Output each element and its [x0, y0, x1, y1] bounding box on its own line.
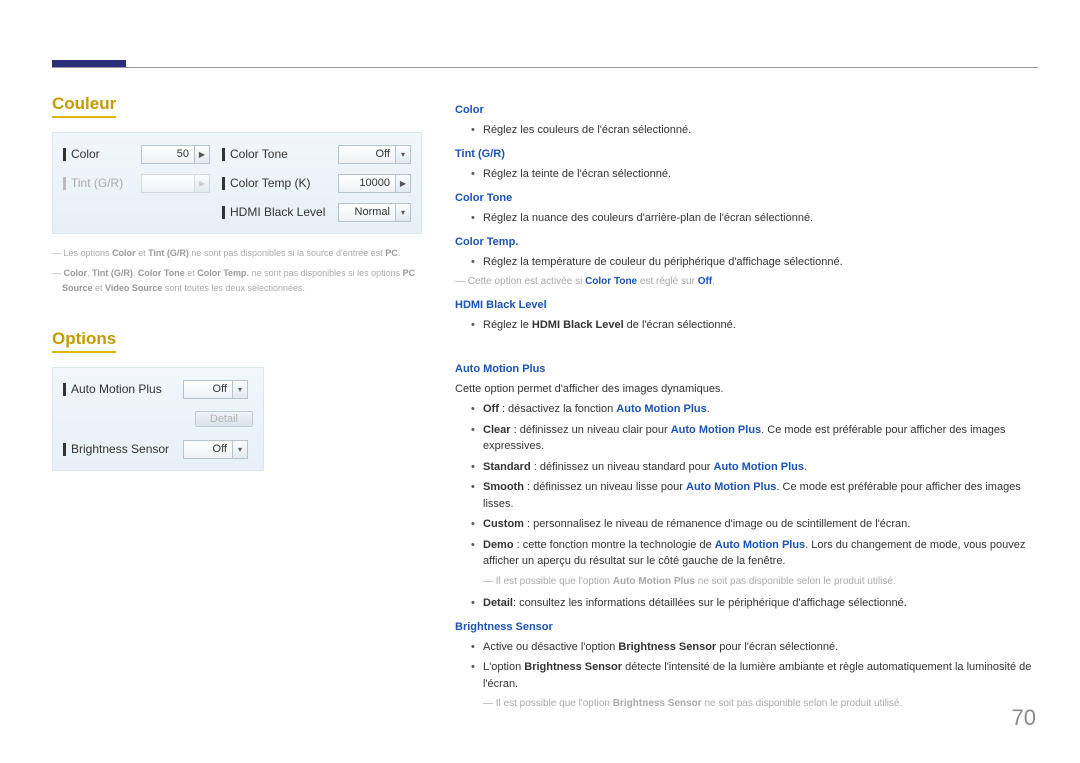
li-tint: Réglez la teinte de l'écran sélectionné.: [473, 166, 1035, 183]
h-bs: Brightness Sensor: [455, 619, 1035, 636]
value-hdmi[interactable]: Normal: [338, 203, 396, 222]
li-amp-custom: Custom : personnalisez le niveau de réma…: [473, 516, 1035, 533]
left-column: Couleur Color 50 ▶ Tint (G/R) ▶ Color To…: [52, 94, 422, 483]
row-hdmi: HDMI Black Level Normal ▾: [222, 201, 411, 223]
h-color: Color: [455, 102, 1035, 119]
note-colortemp: Cette option est activée si Color Tone e…: [455, 274, 1035, 289]
section-title-couleur: Couleur: [52, 94, 116, 118]
arrow-right-icon[interactable]: ▶: [194, 145, 210, 164]
note-amp: Il est possible que l'option Auto Motion…: [483, 574, 1035, 589]
header-accent: [52, 60, 126, 67]
row-color: Color 50 ▶: [63, 143, 214, 165]
detail-button[interactable]: Detail: [195, 411, 253, 427]
h-tint: Tint (G/R): [455, 146, 1035, 163]
chevron-down-icon[interactable]: ▾: [395, 145, 411, 164]
p-amp-intro: Cette option permet d'afficher des image…: [455, 381, 1035, 398]
chevron-down-icon[interactable]: ▾: [232, 440, 248, 459]
h-hdmi: HDMI Black Level: [455, 297, 1035, 314]
label-bs: Brightness Sensor: [71, 442, 169, 456]
label-hdmi: HDMI Black Level: [230, 205, 325, 219]
note-2: Color, Tint (G/R), Color Tone et Color T…: [52, 266, 422, 295]
value-colortemp[interactable]: 10000: [338, 174, 396, 193]
label-tint: Tint (G/R): [71, 176, 123, 190]
li-amp-smooth: Smooth : définissez un niveau lisse pour…: [473, 479, 1035, 512]
li-bs-1: Active ou désactive l'option Brightness …: [473, 639, 1035, 656]
li-colortone: Réglez la nuance des couleurs d'arrière-…: [473, 210, 1035, 227]
row-bs: Brightness Sensor Off ▾: [63, 438, 253, 460]
row-tint: Tint (G/R) ▶: [63, 172, 214, 194]
li-amp-clear: Clear : définissez un niveau clair pour …: [473, 422, 1035, 455]
value-colortone[interactable]: Off: [338, 145, 396, 164]
value-color[interactable]: 50: [141, 145, 195, 164]
arrow-right-icon: ▶: [194, 174, 210, 193]
row-colortone: Color Tone Off ▾: [222, 143, 411, 165]
page-number: 70: [1012, 705, 1036, 731]
right-column: Color Réglez les couleurs de l'écran sél…: [455, 94, 1035, 717]
li-colortemp: Réglez la température de couleur du péri…: [473, 254, 1035, 271]
value-amp[interactable]: Off: [183, 380, 233, 399]
value-tint: [141, 174, 195, 193]
h-amp: Auto Motion Plus: [455, 361, 1035, 378]
li-amp-demo: Demo : cette fonction montre la technolo…: [473, 537, 1035, 570]
li-hdmi: Réglez le HDMI Black Level de l'écran sé…: [473, 317, 1035, 334]
chevron-down-icon[interactable]: ▾: [395, 203, 411, 222]
row-amp: Auto Motion Plus Off ▾: [63, 378, 253, 400]
li-color: Réglez les couleurs de l'écran sélection…: [473, 122, 1035, 139]
arrow-right-icon[interactable]: ▶: [395, 174, 411, 193]
value-bs[interactable]: Off: [183, 440, 233, 459]
header-rule: [52, 67, 1038, 68]
label-amp: Auto Motion Plus: [71, 382, 162, 396]
section-title-options: Options: [52, 329, 116, 353]
row-colortemp: Color Temp (K) 10000 ▶: [222, 172, 411, 194]
options-panel: Auto Motion Plus Off ▾ Detail Brightness…: [52, 367, 264, 471]
li-amp-off: Off : désactivez la fonction Auto Motion…: [473, 401, 1035, 418]
couleur-panel: Color 50 ▶ Tint (G/R) ▶ Color Tone Off ▾…: [52, 132, 422, 234]
note-bs: Il est possible que l'option Brightness …: [483, 696, 1035, 711]
row-detail: Detail: [63, 408, 253, 430]
chevron-down-icon[interactable]: ▾: [232, 380, 248, 399]
li-bs-2: L'option Brightness Sensor détecte l'int…: [473, 659, 1035, 692]
note-1: Les options Color et Tint (G/R) ne sont …: [52, 246, 422, 260]
li-amp-detail: Detail: consultez les informations détai…: [473, 595, 1035, 612]
li-amp-standard: Standard : définissez un niveau standard…: [473, 459, 1035, 476]
label-colortemp: Color Temp (K): [230, 176, 310, 190]
h-colortemp: Color Temp.: [455, 234, 1035, 251]
h-colortone: Color Tone: [455, 190, 1035, 207]
label-color: Color: [71, 147, 100, 161]
label-colortone: Color Tone: [230, 147, 288, 161]
